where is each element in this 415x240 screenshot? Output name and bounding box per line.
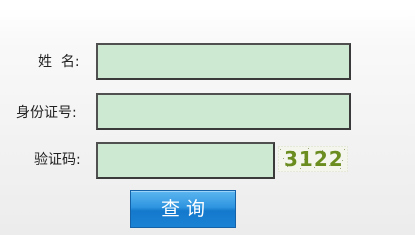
captcha-field[interactable]: [96, 142, 275, 179]
captcha-label: 验证码:: [34, 152, 81, 168]
captcha-image[interactable]: 3122: [278, 146, 348, 172]
captcha-code: 3122: [284, 147, 344, 171]
id-number-field[interactable]: [96, 93, 351, 130]
name-label: 姓 名:: [38, 54, 80, 70]
query-form: 姓 名: 身份证号: 验证码: 3122 查询: [0, 0, 415, 235]
id-number-label: 身份证号:: [16, 105, 77, 121]
name-field[interactable]: [96, 43, 351, 80]
search-button[interactable]: 查询: [130, 190, 236, 228]
